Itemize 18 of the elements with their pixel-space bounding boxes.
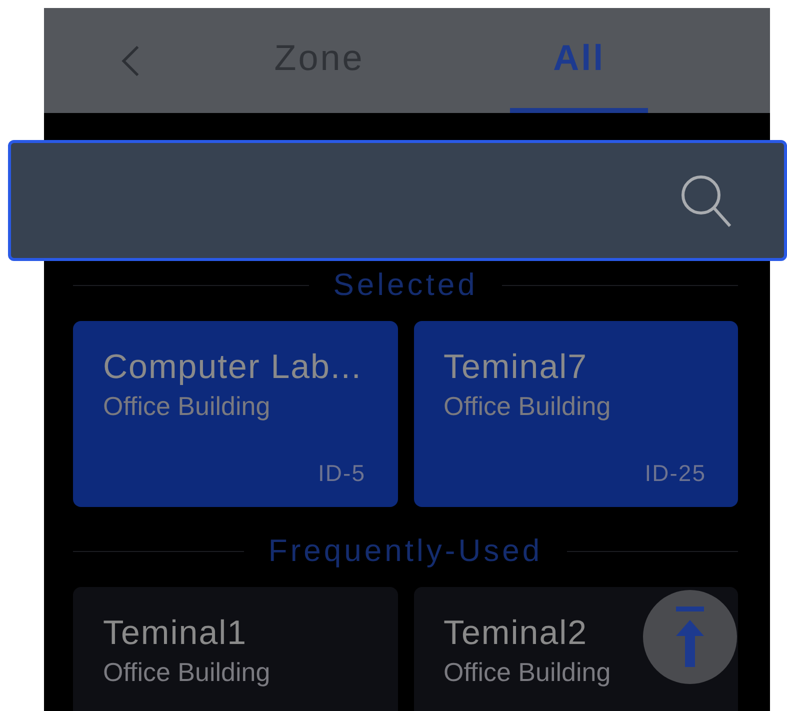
terminal-name: Teminal1: [103, 613, 248, 654]
building-label: Office Building: [444, 390, 611, 423]
arrow-to-top-icon: [674, 606, 706, 668]
building-label: Office Building: [103, 390, 270, 423]
terminal-id: ID-25: [644, 460, 706, 487]
search-icon[interactable]: [680, 174, 732, 228]
terminal-name: Teminal7: [444, 347, 588, 388]
search-field[interactable]: [8, 140, 787, 261]
terminal-id: ID-5: [318, 460, 366, 487]
terminal-card[interactable]: Teminal7 Office Building ID-25: [414, 321, 738, 507]
terminal-name: Teminal2: [444, 613, 588, 654]
terminal-card[interactable]: Computer Lab... Office Building ID-5: [73, 321, 398, 507]
section-title: Selected: [333, 267, 478, 303]
terminal-card[interactable]: Teminal1 Office Building: [73, 587, 398, 711]
building-label: Office Building: [103, 656, 270, 689]
building-label: Office Building: [444, 656, 611, 689]
section-title: Frequently-Used: [268, 533, 543, 569]
terminal-name: Computer Lab...: [103, 347, 362, 388]
